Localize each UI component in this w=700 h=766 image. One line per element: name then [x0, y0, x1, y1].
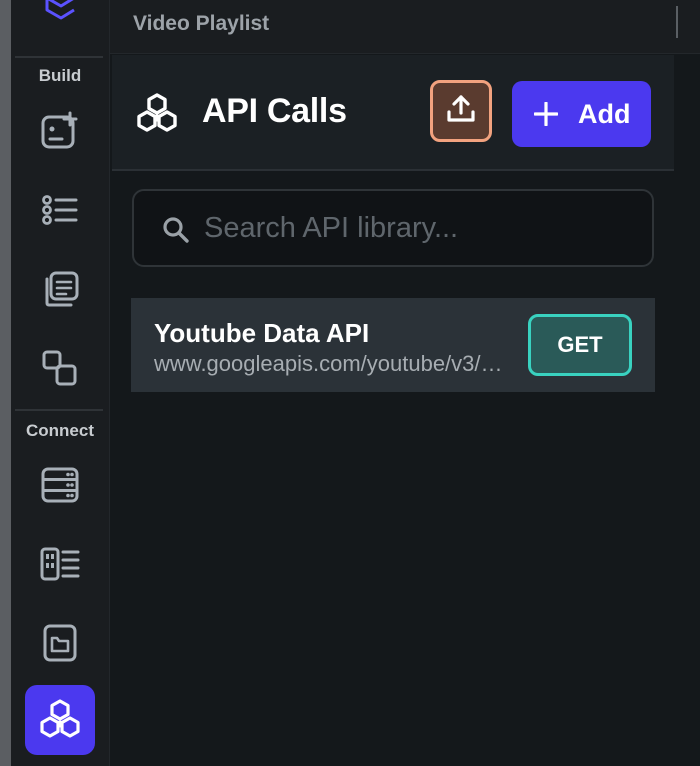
nav-rail: Build Connect — [11, 0, 110, 766]
database-icon[interactable] — [33, 458, 87, 512]
api-search-box[interactable] — [132, 189, 654, 267]
media-assets-icon[interactable] — [33, 616, 87, 670]
api-calls-header: API Calls Add — [112, 55, 674, 171]
project-topbar: Video Playlist — [110, 0, 700, 54]
upload-button[interactable] — [430, 80, 492, 142]
add-button-label: Add — [578, 98, 631, 129]
upload-icon — [446, 94, 476, 129]
rail-divider — [15, 409, 103, 411]
topbar-divider — [676, 6, 678, 38]
window-edge — [0, 0, 11, 766]
rail-section-build: Build — [38, 66, 82, 85]
flutterflow-logo-icon[interactable] — [33, 0, 87, 32]
method-badge: GET — [528, 314, 632, 376]
project-title: Video Playlist — [133, 12, 270, 35]
api-calls-icon — [40, 699, 80, 738]
api-call-url: www.googleapis.com/youtube/v3/playlistIt… — [154, 351, 514, 376]
api-call-name: Youtube Data API — [154, 318, 370, 348]
api-calls-nav-item[interactable] — [25, 685, 95, 755]
panel-title: API Calls — [202, 92, 347, 130]
add-api-call-button[interactable]: Add — [512, 81, 651, 147]
app-window: Build Connect Video Playlist API Calls A… — [0, 0, 700, 766]
search-input[interactable] — [204, 209, 634, 247]
api-calls-icon — [134, 92, 180, 141]
data-schema-icon[interactable] — [33, 537, 87, 591]
components-icon[interactable] — [33, 341, 87, 395]
widget-tree-icon[interactable] — [33, 183, 87, 237]
add-widget-icon[interactable] — [33, 104, 87, 158]
api-call-item[interactable]: Youtube Data API www.googleapis.com/yout… — [131, 298, 655, 392]
rail-divider — [15, 56, 103, 58]
rail-section-connect: Connect — [26, 421, 94, 440]
pages-icon[interactable] — [33, 262, 87, 316]
plus-icon — [534, 102, 558, 126]
search-icon — [162, 216, 190, 249]
